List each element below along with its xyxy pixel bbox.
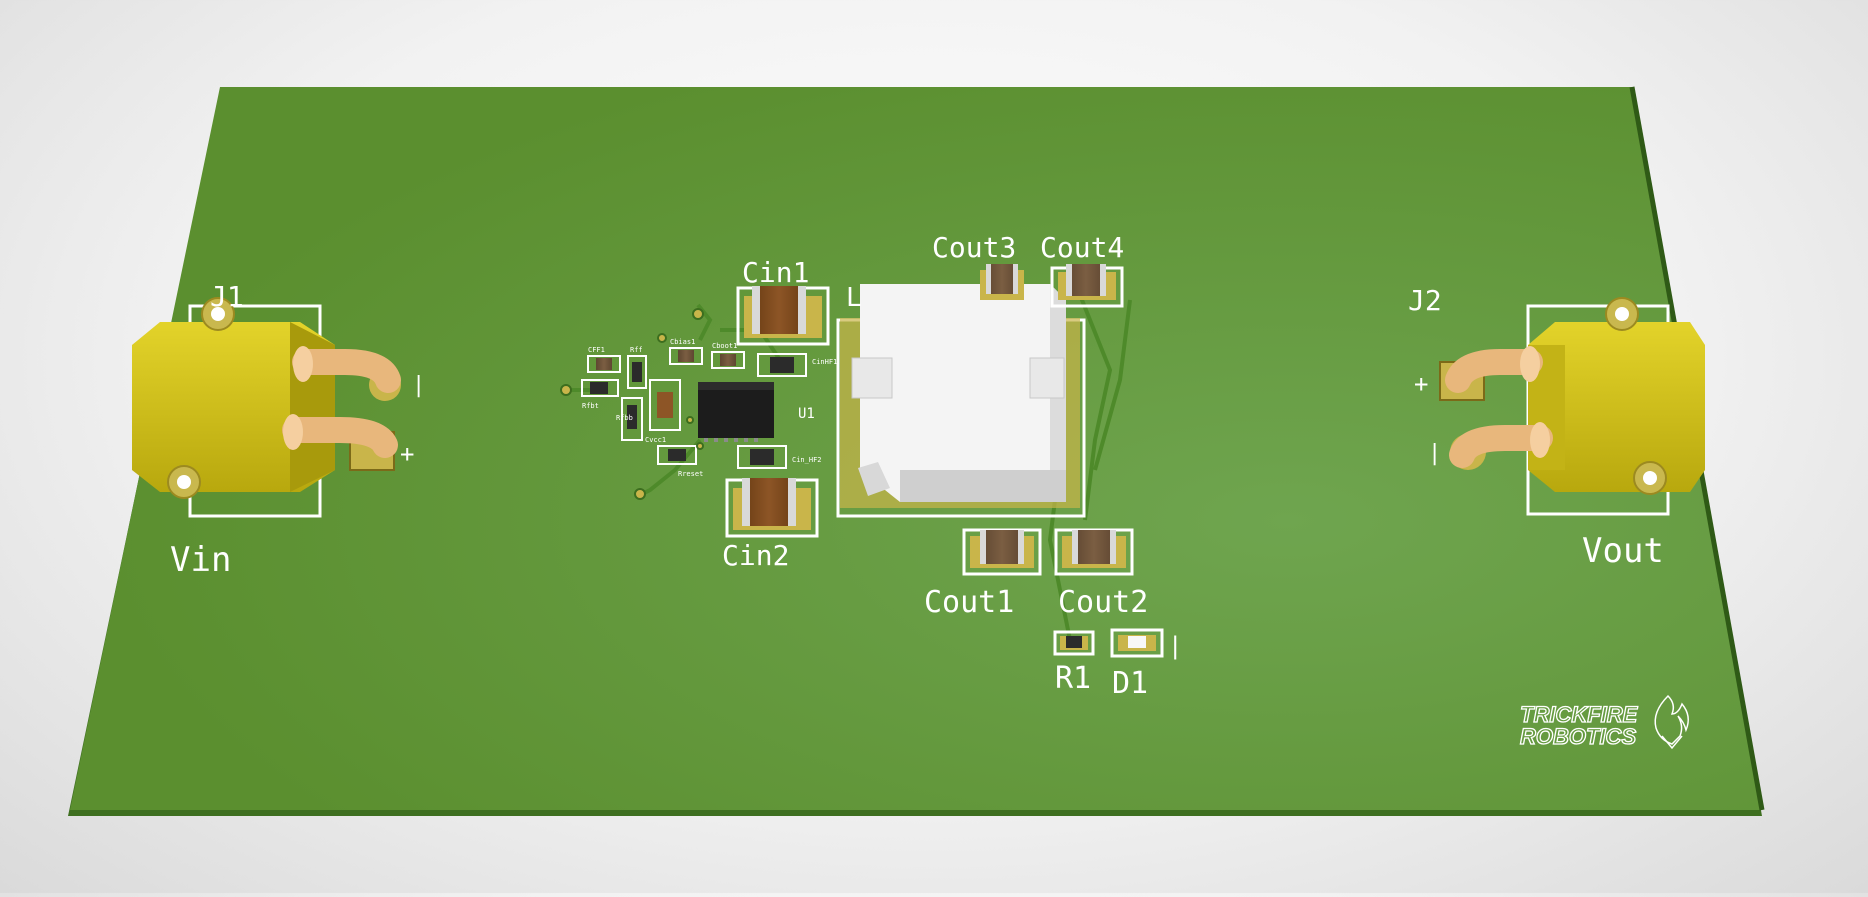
j2-plus-mark: + [1414, 370, 1428, 398]
label-rfbb: Rfbb [616, 414, 633, 422]
label-cinhf1: CinHF1 [812, 358, 837, 366]
designator-cout2: Cout2 [1058, 585, 1148, 620]
label-cbias1: Cbias1 [670, 338, 695, 346]
designator-l: L [846, 283, 862, 313]
label-cinhf2: Cin_HF2 [792, 456, 822, 464]
label-rreset: Rreset [678, 470, 703, 478]
designator-j1: J1 [210, 280, 244, 313]
ic-u1[interactable] [698, 382, 774, 442]
designator-cin2: Cin2 [722, 539, 789, 572]
designator-u1: U1 [798, 406, 815, 422]
label-cboot1: Cboot1 [712, 342, 737, 350]
designator-cin1: Cin1 [742, 256, 809, 289]
d1-cathode-mark: | [1168, 632, 1182, 660]
j1-plus-mark: + [400, 440, 414, 468]
j2-minus-mark: | [1428, 441, 1441, 466]
designator-cout4: Cout4 [1040, 231, 1124, 264]
label-vin: Vin [170, 540, 231, 580]
j1-minus-mark: | [412, 373, 425, 398]
designator-d1: D1 [1112, 666, 1148, 701]
inductor-l[interactable] [836, 284, 1086, 518]
designator-j2: J2 [1408, 284, 1442, 317]
label-vout: Vout [1582, 531, 1664, 571]
designator-r1: R1 [1055, 661, 1091, 696]
capacitor-cout2[interactable] [1054, 528, 1134, 576]
pcb-scene[interactable]: J1 | + Vin J2 + | Vout Cin1 Cin2 U1 CFF1… [0, 0, 1868, 893]
label-cvcc1: Cvcc1 [645, 436, 666, 444]
capacitor-cout1[interactable] [962, 528, 1042, 576]
designator-cout1: Cout1 [924, 585, 1014, 620]
label-rff: Rff [630, 346, 643, 354]
label-cff1: CFF1 [588, 346, 605, 354]
label-rfbt: Rfbt [582, 402, 599, 410]
designator-cout3: Cout3 [932, 231, 1016, 264]
pcb-3d-viewport[interactable]: J1 | + Vin J2 + | Vout Cin1 Cin2 U1 CFF1… [0, 0, 1868, 893]
capacitor-cout3[interactable] [980, 264, 1024, 300]
logo-line-2: ROBOTICS [1520, 724, 1636, 749]
